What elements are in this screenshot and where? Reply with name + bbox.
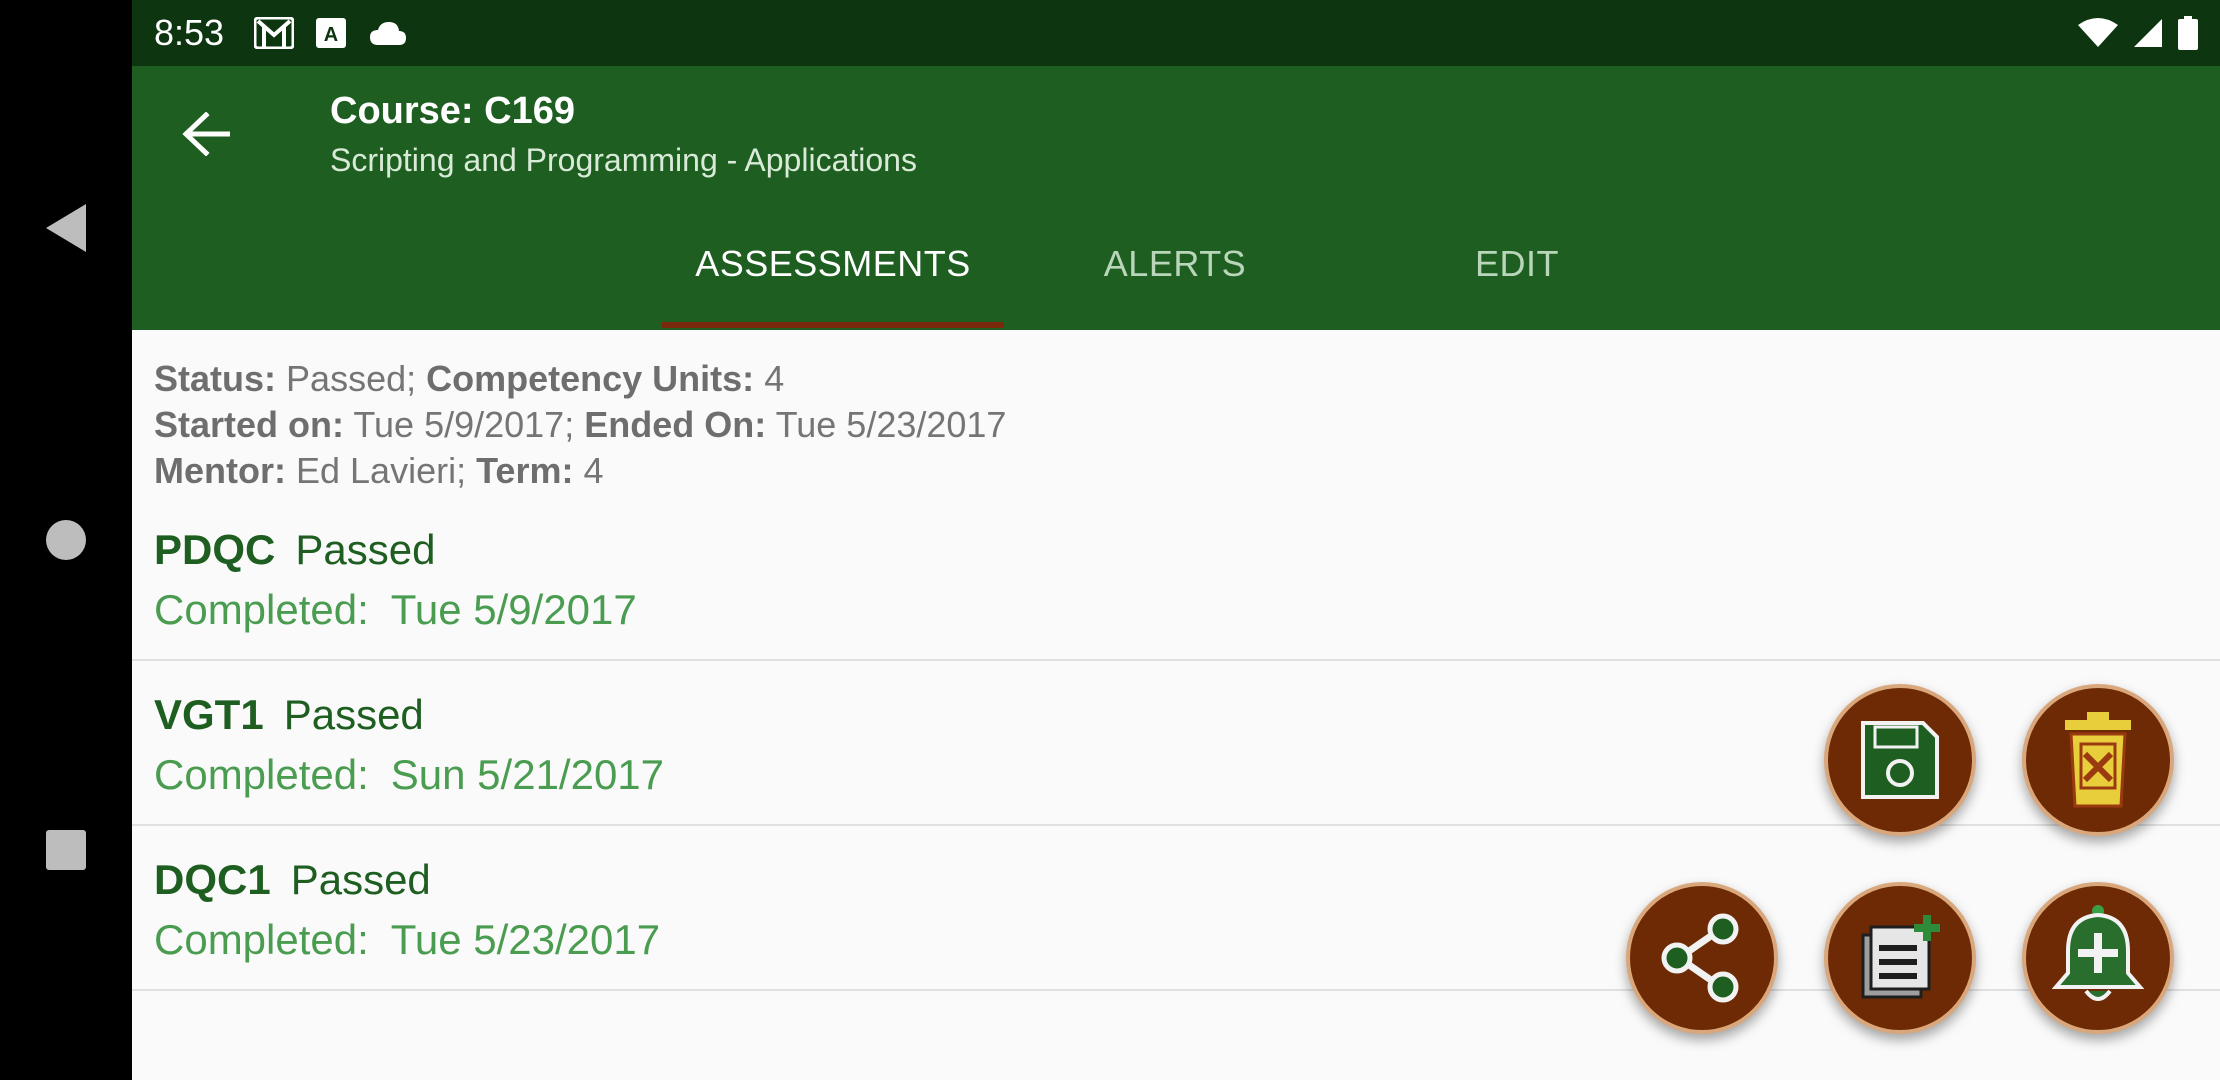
assessment-status: Passed — [290, 856, 431, 903]
screen: 8:53 A Course: C169 Scripting and Progra… — [0, 0, 2220, 1080]
system-navigation-bar — [0, 0, 132, 1080]
system-status-icons — [2078, 0, 2198, 66]
add-note-icon — [1861, 915, 1940, 999]
page-subtitle: Scripting and Programming - Applications — [330, 142, 917, 178]
completed-date: Sun 5/21/2017 — [390, 751, 665, 798]
status-value: Passed; — [286, 358, 417, 399]
wifi-icon — [2078, 18, 2118, 47]
started-label: Started on: — [154, 404, 345, 445]
summary-line-mentor: Mentor: Ed Lavieri; Term: 4 — [154, 448, 1006, 494]
assessment-status: Passed — [295, 526, 436, 573]
status-clock: 8:53 — [154, 12, 225, 53]
term-value: 4 — [583, 450, 604, 491]
completed-label: Completed: — [154, 751, 369, 798]
assessment-code: DQC1 — [154, 856, 271, 903]
tab-selected-indicator — [662, 322, 1004, 328]
battery-icon — [2178, 16, 2198, 50]
completed-date: Tue 5/9/2017 — [390, 586, 637, 633]
back-button[interactable] — [174, 102, 238, 166]
notification-icons: A — [254, 17, 408, 49]
add-alert-button[interactable] — [2022, 882, 2174, 1034]
page-title: Course: C169 — [330, 90, 575, 132]
competency-units-label: Competency Units: — [426, 358, 755, 399]
summary-line-dates: Started on: Tue 5/9/2017; Ended On: Tue … — [154, 402, 1006, 448]
add-note-button[interactable] — [1824, 882, 1976, 1034]
assessment-status: Passed — [283, 691, 424, 738]
mentor-value: Ed Lavieri; — [296, 450, 467, 491]
competency-units-value: 4 — [764, 358, 785, 399]
tab-assessments[interactable]: ASSESSMENTS — [662, 198, 1004, 330]
delete-button[interactable] — [2022, 684, 2174, 836]
save-icon — [1861, 721, 1939, 799]
assessment-code: VGT1 — [154, 691, 264, 738]
share-icon — [1661, 913, 1739, 1003]
completed-date: Tue 5/23/2017 — [390, 916, 661, 963]
ended-value: Tue 5/23/2017 — [775, 404, 1007, 445]
app-bar: Course: C169 Scripting and Programming -… — [132, 66, 2220, 198]
completed-label: Completed: — [154, 916, 369, 963]
arrow-back-icon — [182, 112, 230, 156]
back-triangle-icon — [46, 204, 86, 252]
delete-icon — [2065, 712, 2131, 808]
signal-icon — [2134, 19, 2162, 47]
nav-back-button[interactable] — [0, 168, 132, 288]
assessment-code: PDQC — [154, 526, 276, 573]
nav-home-button[interactable] — [0, 480, 132, 600]
home-circle-icon — [46, 520, 86, 560]
assessment-list-item[interactable]: PDQC Passed Completed: Tue 5/9/2017 — [132, 496, 2220, 661]
gmail-icon — [254, 17, 295, 49]
term-label: Term: — [476, 450, 574, 491]
completed-label: Completed: — [154, 586, 369, 633]
tab-alerts[interactable]: ALERTS — [1004, 198, 1346, 330]
nav-recents-button[interactable] — [0, 790, 132, 910]
add-alert-icon — [2052, 905, 2144, 1001]
status-bar: 8:53 A — [132, 0, 2220, 66]
share-button[interactable] — [1626, 882, 1778, 1034]
started-value: Tue 5/9/2017; — [353, 404, 575, 445]
recents-square-icon — [46, 830, 86, 870]
summary-line-status: Status: Passed; Competency Units: 4 — [154, 356, 1006, 402]
ended-label: Ended On: — [584, 404, 767, 445]
tab-bar: ASSESSMENTS ALERTS EDIT — [132, 198, 2220, 330]
cloud-icon — [370, 22, 407, 45]
save-button[interactable] — [1824, 684, 1976, 836]
status-label: Status: — [154, 358, 277, 399]
a-box-icon: A — [316, 18, 347, 48]
tab-edit[interactable]: EDIT — [1346, 198, 1688, 330]
svg-text:A: A — [324, 24, 338, 46]
mentor-label: Mentor: — [154, 450, 286, 491]
course-summary: Status: Passed; Competency Units: 4 Star… — [154, 356, 1006, 494]
